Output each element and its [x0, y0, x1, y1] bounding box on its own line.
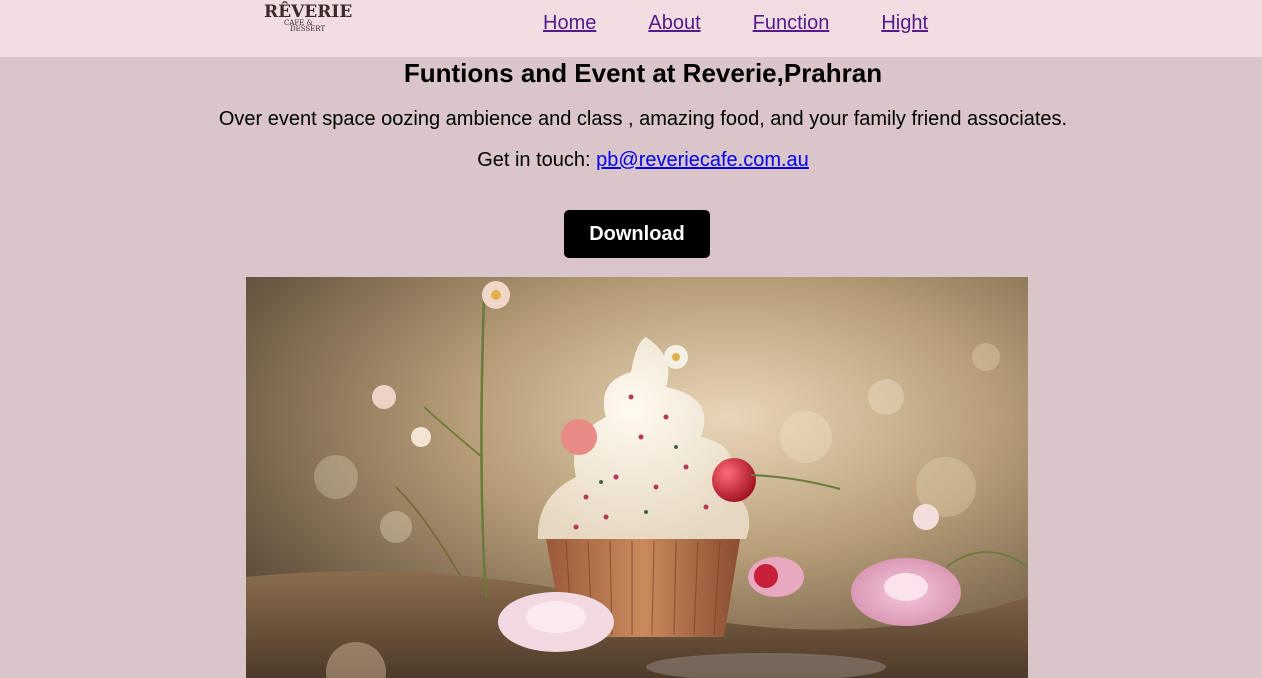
reverie-logo[interactable]: RÊVERIE CAFE & DESSERT [262, 0, 352, 40]
nav-link-about[interactable]: About [648, 11, 700, 37]
navbar: RÊVERIE CAFE & DESSERT Home About Functi… [0, 0, 1262, 57]
cupcake-photo [246, 277, 1028, 678]
download-button[interactable]: Download [564, 210, 710, 258]
tagline: Over event space oozing ambience and cla… [218, 108, 1068, 130]
contact-email-link[interactable]: pb@reveriecafe.com.au [596, 149, 809, 171]
nav-links: Home About Function Hight [543, 11, 928, 37]
logo-subtext-2: DESSERT [290, 25, 325, 33]
page-title: Funtions and Event at Reverie,Prahran [403, 58, 883, 88]
nav-link-function[interactable]: Function [753, 11, 830, 37]
flower-left [498, 592, 614, 652]
nav-link-home[interactable]: Home [543, 11, 596, 37]
contact-prefix: Get in touch: [477, 149, 597, 171]
nav-link-hight[interactable]: Hight [881, 11, 928, 37]
contact-line: Get in touch: pb@reveriecafe.com.au [12, 148, 1262, 172]
